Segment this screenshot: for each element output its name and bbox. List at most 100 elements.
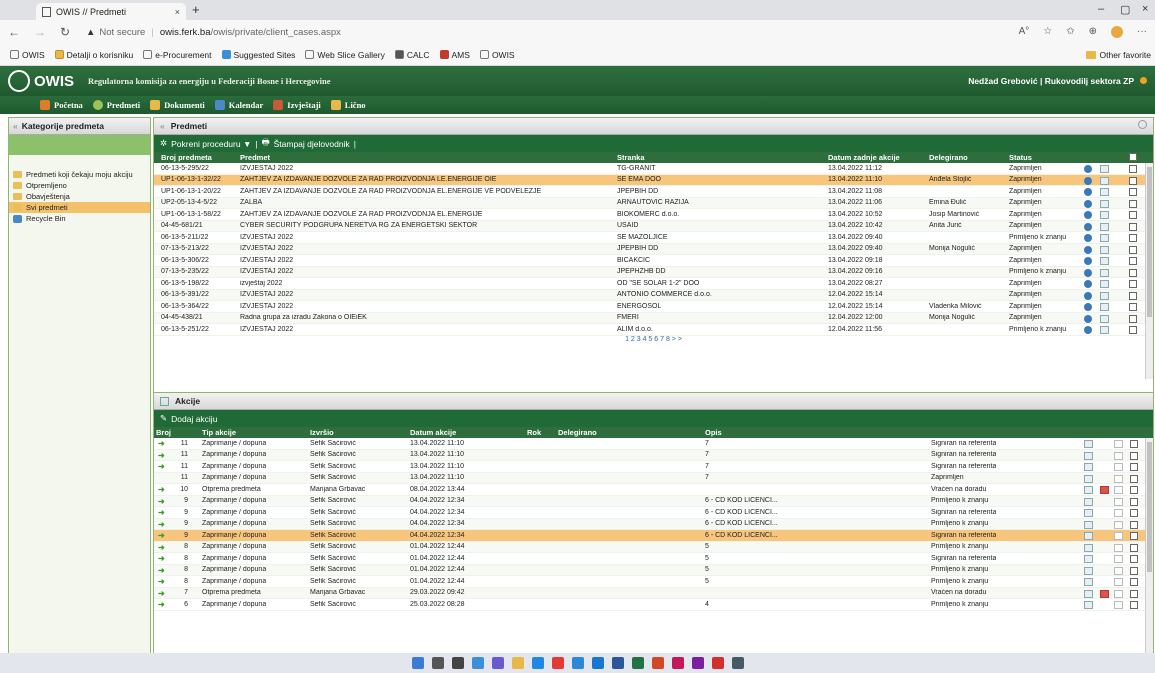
table-row[interactable]: ➜ 11 Zaprimanje / dopuna Šefik Šaćirović 13.…: [154, 461, 1153, 473]
scroll-thumb[interactable]: [1147, 442, 1152, 572]
row-checkbox[interactable]: [1129, 234, 1137, 242]
info-icon[interactable]: [1084, 314, 1092, 323]
row-checkbox[interactable]: [1130, 543, 1138, 552]
table-row[interactable]: ➜ 9 Zaprimanje / dopuna Šefik Šaćirović 04.0…: [154, 495, 1153, 507]
table-row[interactable]: 06-13-5-306/22 IZVJEŠTAJ 2022 BIČAKČIĆ 13.0…: [154, 255, 1153, 267]
favorites-icon[interactable]: ✩: [1066, 26, 1074, 38]
document-icon[interactable]: [1100, 257, 1109, 265]
document-icon[interactable]: [1100, 234, 1109, 242]
document-icon[interactable]: [1100, 188, 1109, 196]
user-info[interactable]: Nedžad Grebović | Rukovodilj sektora ZP: [968, 76, 1147, 86]
row-checkbox[interactable]: [1130, 520, 1138, 529]
attachment-icon[interactable]: [1114, 601, 1123, 609]
app3-icon[interactable]: [671, 657, 684, 669]
app-logo[interactable]: OWIS: [8, 70, 74, 92]
attachment-icon[interactable]: [1114, 589, 1123, 598]
fav-eprocurement[interactable]: e-Procurement: [143, 50, 212, 60]
table-row[interactable]: ➜ 8 Zaprimanje / dopuna Šefik Šaćirović 01.0…: [154, 564, 1153, 576]
col-broj[interactable]: Broj: [156, 428, 171, 437]
row-checkbox[interactable]: [1129, 257, 1137, 265]
fav-webslice[interactable]: Web Slice Gallery: [305, 50, 385, 60]
attachment-icon[interactable]: [1114, 532, 1123, 540]
url-field[interactable]: ▲ Not secure | owis.ferk.ba /owis/privat…: [86, 27, 341, 38]
chat-icon[interactable]: [491, 657, 504, 669]
table-row[interactable]: ➜ 9 Zaprimanje / dopuna Šefik Šaćirović 04.0…: [154, 530, 1153, 542]
browser-tab[interactable]: OWIS // Predmeti ×: [36, 3, 186, 20]
other-favorites[interactable]: Other favorite: [1085, 50, 1151, 60]
col-tip-akcije[interactable]: Tip akcije: [202, 428, 236, 437]
info-icon[interactable]: [1084, 303, 1092, 311]
document-icon[interactable]: [1100, 291, 1109, 300]
document-icon[interactable]: [1084, 601, 1093, 609]
document-icon[interactable]: [1100, 165, 1109, 173]
document-icon[interactable]: [1100, 268, 1109, 277]
col-predmet[interactable]: Predmet: [240, 153, 270, 162]
more-icon[interactable]: ···: [1137, 26, 1147, 38]
fav-owis-2[interactable]: OWIS: [479, 50, 515, 60]
fav-detalji[interactable]: Detalji o korisniku: [54, 50, 133, 60]
table-row[interactable]: 07-13-5-213/22 IZVJEŠTAJ 2022 JPEPBIH DD 13…: [154, 243, 1153, 255]
menu-izvjestaji[interactable]: Izvještaji: [273, 100, 321, 110]
table-row[interactable]: ➜ 8 Zaprimanje / dopuna Šefik Šaćirović 01.0…: [154, 541, 1153, 553]
document-icon[interactable]: [1084, 440, 1093, 448]
info-icon[interactable]: [1084, 188, 1092, 196]
row-checkbox[interactable]: [1130, 601, 1138, 609]
table-row[interactable]: 04-45-438/21 Radna grupa za izradu Zakona…: [154, 312, 1153, 324]
document-icon[interactable]: [1084, 509, 1093, 517]
row-checkbox[interactable]: [1130, 555, 1138, 563]
document-icon[interactable]: [1100, 314, 1109, 323]
document-icon[interactable]: [1100, 211, 1109, 219]
widgets-icon[interactable]: [471, 657, 484, 669]
table-row[interactable]: UP1-06-13-1-58/22 ZAHTJEV ZA IZDAVANJE DO…: [154, 209, 1153, 221]
document-icon[interactable]: [1100, 245, 1109, 254]
attachment-icon[interactable]: [1114, 463, 1123, 471]
attachment-icon[interactable]: [1114, 520, 1123, 529]
attachment-icon[interactable]: [1114, 578, 1123, 586]
delete-icon[interactable]: [1100, 589, 1109, 598]
attachment-icon[interactable]: [1114, 440, 1123, 448]
document-icon[interactable]: [1100, 176, 1109, 185]
delete-icon[interactable]: [1100, 486, 1109, 494]
document-icon[interactable]: [1100, 199, 1109, 208]
app2-icon[interactable]: [591, 657, 604, 669]
attachment-icon[interactable]: [1114, 486, 1123, 494]
table-row[interactable]: 11 Zaprimanje / dopuna Šefik Šaćirović 13.0…: [154, 472, 1153, 484]
category-item-svi[interactable]: Svi predmeti: [9, 202, 150, 213]
row-checkbox[interactable]: [1130, 497, 1138, 506]
start-procedure-button[interactable]: Pokreni proceduru ▼: [171, 139, 251, 149]
app4-icon[interactable]: [691, 657, 704, 669]
row-checkbox[interactable]: [1130, 578, 1138, 586]
attachment-icon[interactable]: [1114, 555, 1123, 563]
menu-predmeti[interactable]: Predmeti: [92, 100, 140, 110]
menu-licno[interactable]: Lično: [330, 100, 366, 110]
profile-icon[interactable]: [1111, 26, 1123, 38]
row-checkbox[interactable]: [1129, 188, 1137, 196]
pagination[interactable]: 1 2 3 4 5 6 7 8 > >: [154, 336, 1153, 345]
document-icon[interactable]: [1100, 303, 1109, 311]
close-window-icon[interactable]: ×: [1142, 3, 1148, 15]
table-row[interactable]: 07-13-5-235/22 IZVJEŠTAJ 2022 JPEPHZHB DD 1…: [154, 266, 1153, 278]
refresh-icon[interactable]: ↻: [60, 25, 78, 39]
search-icon[interactable]: [1138, 120, 1147, 129]
col-broj-predmeta[interactable]: Broj predmeta: [161, 153, 212, 162]
minimize-icon[interactable]: –: [1098, 3, 1104, 15]
menu-kalendar[interactable]: Kalendar: [214, 100, 263, 110]
row-checkbox[interactable]: [1130, 589, 1138, 598]
favorite-star-icon[interactable]: ☆: [1043, 26, 1052, 38]
print-register-button[interactable]: Štampaj djelovodnik: [274, 139, 350, 149]
document-icon[interactable]: [1084, 486, 1093, 494]
attachment-icon[interactable]: [1114, 543, 1123, 552]
row-checkbox[interactable]: [1129, 176, 1137, 185]
fav-suggested[interactable]: Suggested Sites: [221, 50, 295, 60]
row-checkbox[interactable]: [1129, 211, 1137, 219]
table-row[interactable]: 06-13-5-295/22 IZVJEŠTAJ 2022 TG-GRANIT 13.…: [154, 163, 1153, 175]
select-all-checkbox[interactable]: [1129, 153, 1137, 161]
table-row[interactable]: 06-13-5-198/22 izvještaj 2022 OD "SE SOLAR…: [154, 278, 1153, 290]
document-icon[interactable]: [1084, 578, 1093, 586]
document-icon[interactable]: [1084, 589, 1093, 598]
fav-calc[interactable]: CALC: [394, 50, 430, 60]
row-checkbox[interactable]: [1130, 451, 1138, 460]
info-icon[interactable]: [1084, 326, 1092, 334]
attachment-icon[interactable]: [1114, 497, 1123, 506]
app6-icon[interactable]: [731, 657, 744, 669]
